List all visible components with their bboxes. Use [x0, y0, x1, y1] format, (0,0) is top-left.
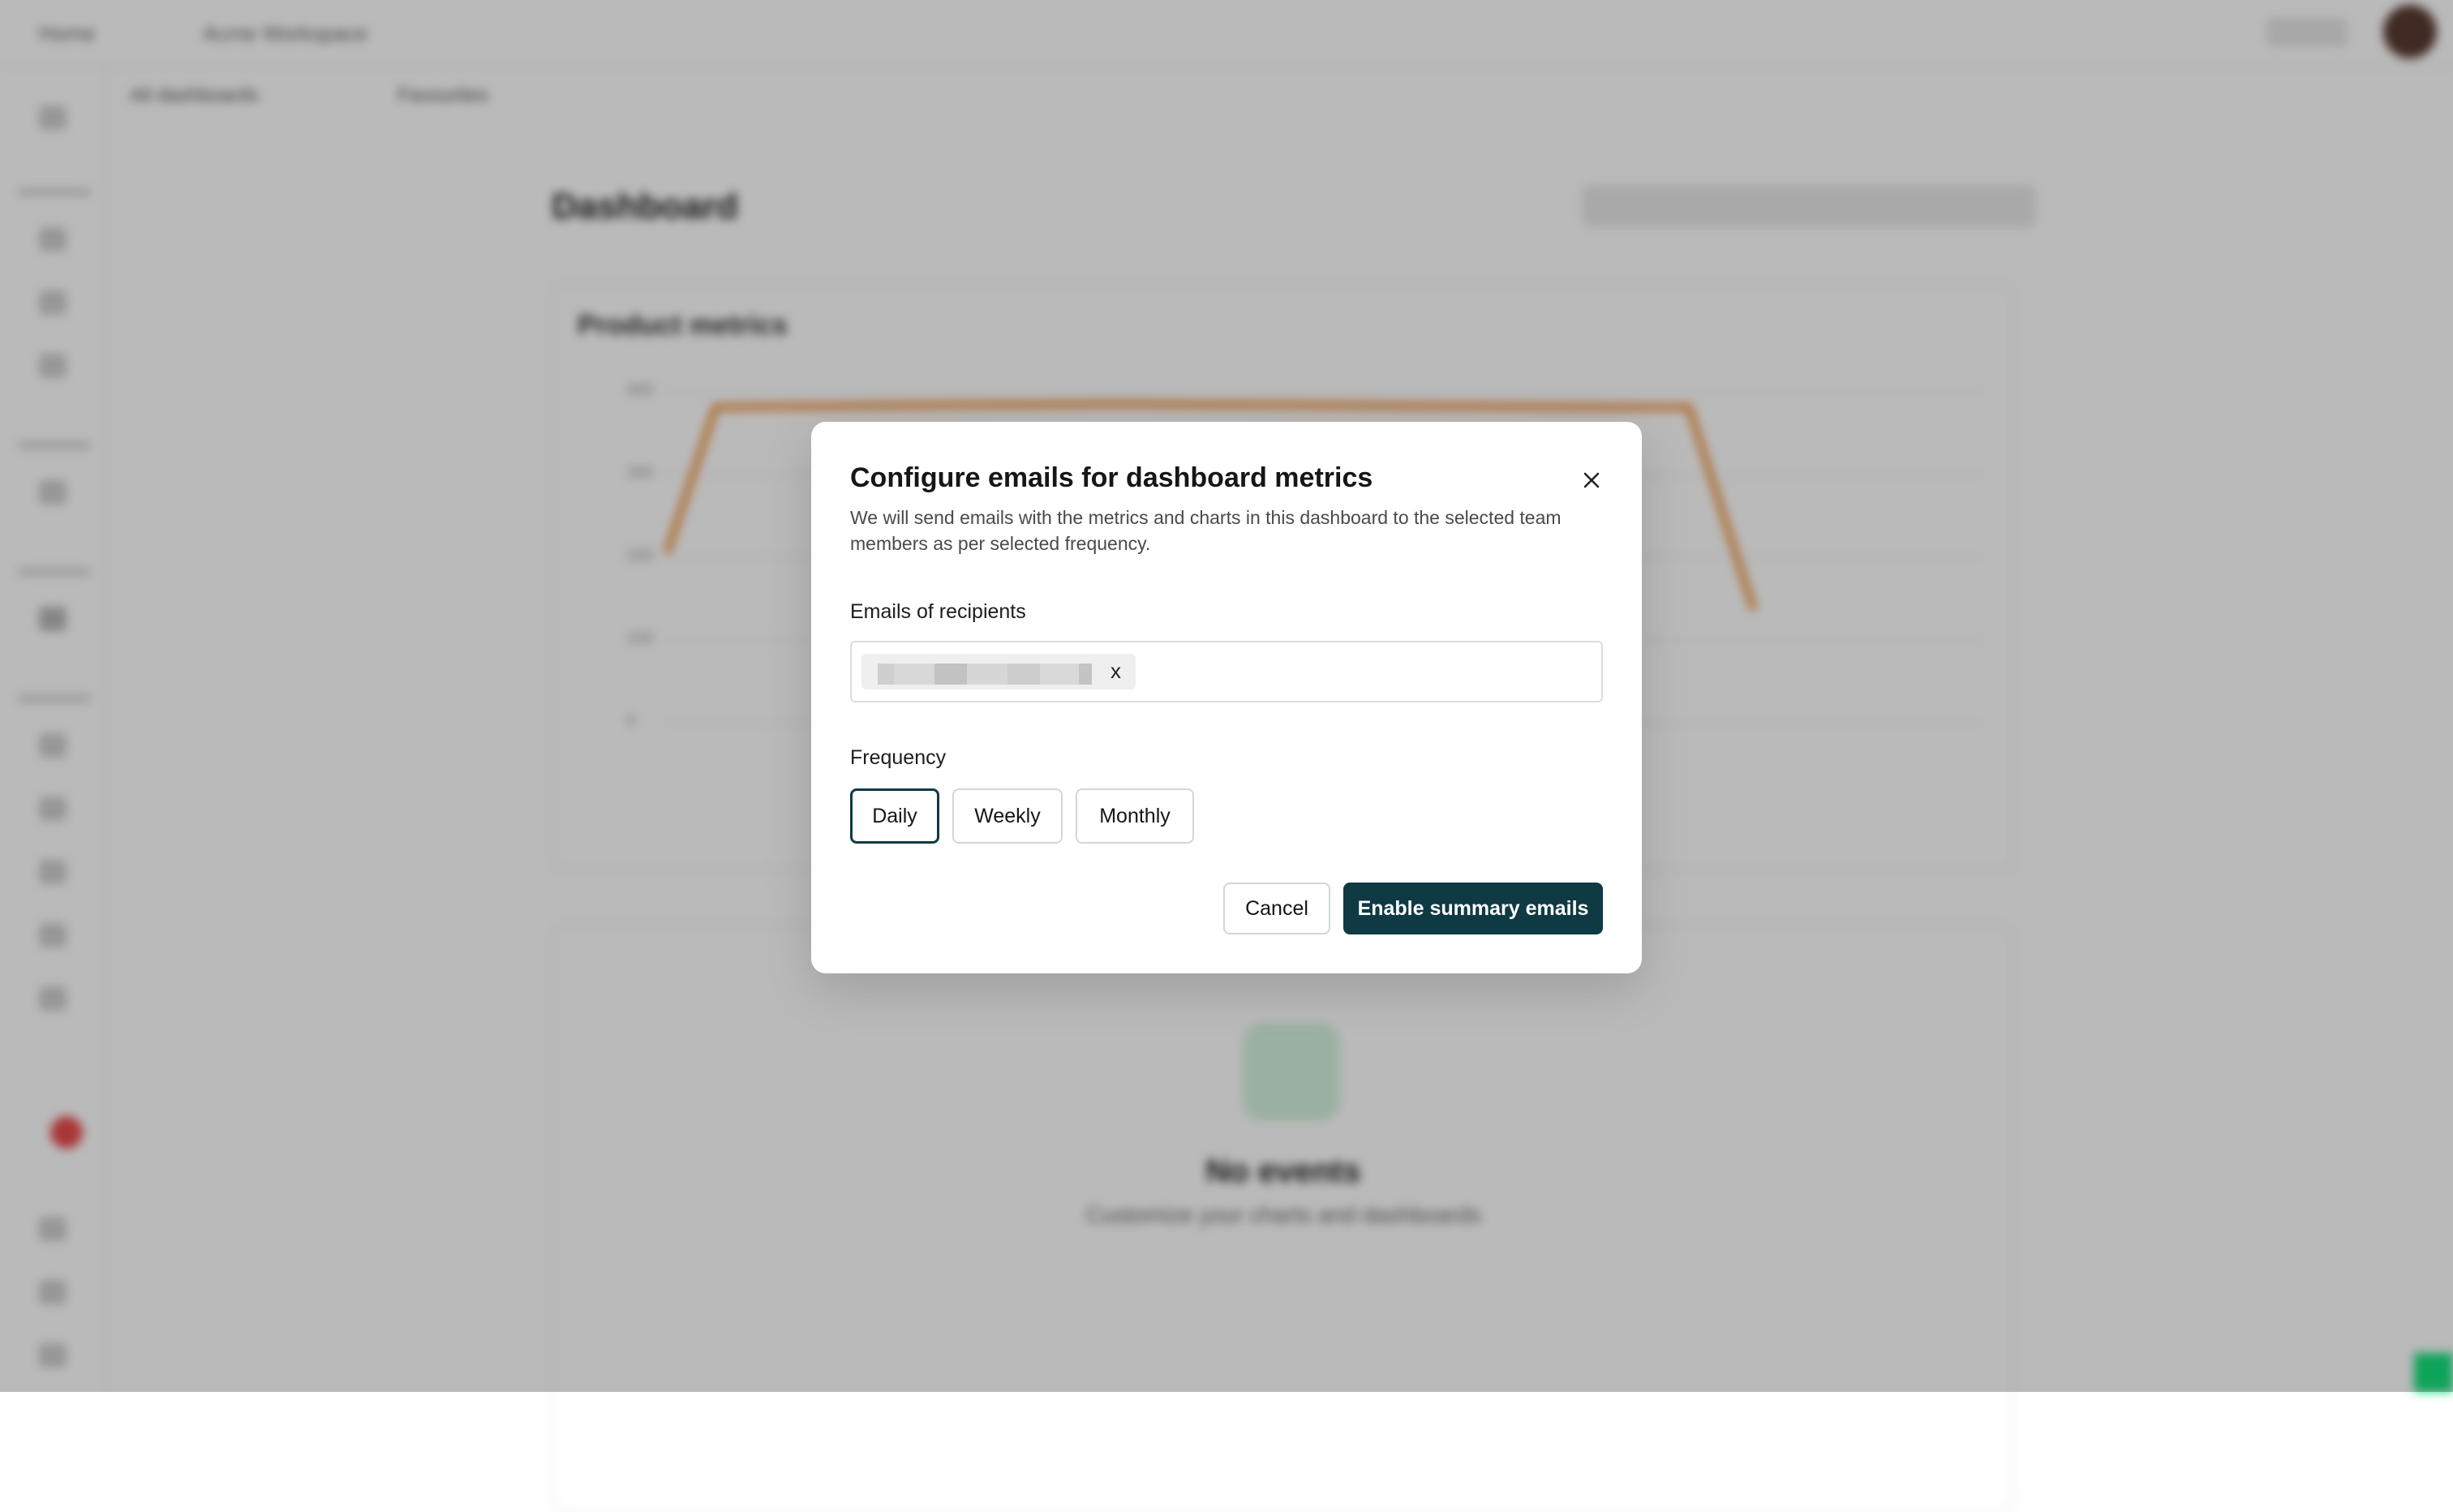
close-icon: [1583, 472, 1600, 488]
redacted-email: [878, 664, 1092, 685]
frequency-daily-button[interactable]: Daily: [850, 788, 939, 844]
dialog-title: Configure emails for dashboard metrics: [850, 462, 1373, 493]
configure-emails-dialog: Configure emails for dashboard metrics W…: [811, 422, 1642, 973]
recipient-chip: x: [861, 654, 1136, 689]
close-button[interactable]: [1577, 466, 1606, 495]
frequency-label: Frequency: [850, 746, 947, 769]
recipients-input[interactable]: x: [850, 641, 1603, 702]
enable-summary-emails-button[interactable]: Enable summary emails: [1343, 883, 1603, 934]
recipients-label: Emails of recipients: [850, 600, 1026, 623]
dialog-description: We will send emails with the metrics and…: [850, 507, 1562, 554]
frequency-weekly-button[interactable]: Weekly: [952, 788, 1063, 844]
remove-recipient-button[interactable]: x: [1111, 659, 1121, 684]
cancel-button[interactable]: Cancel: [1223, 883, 1330, 934]
frequency-monthly-button[interactable]: Monthly: [1076, 788, 1194, 844]
